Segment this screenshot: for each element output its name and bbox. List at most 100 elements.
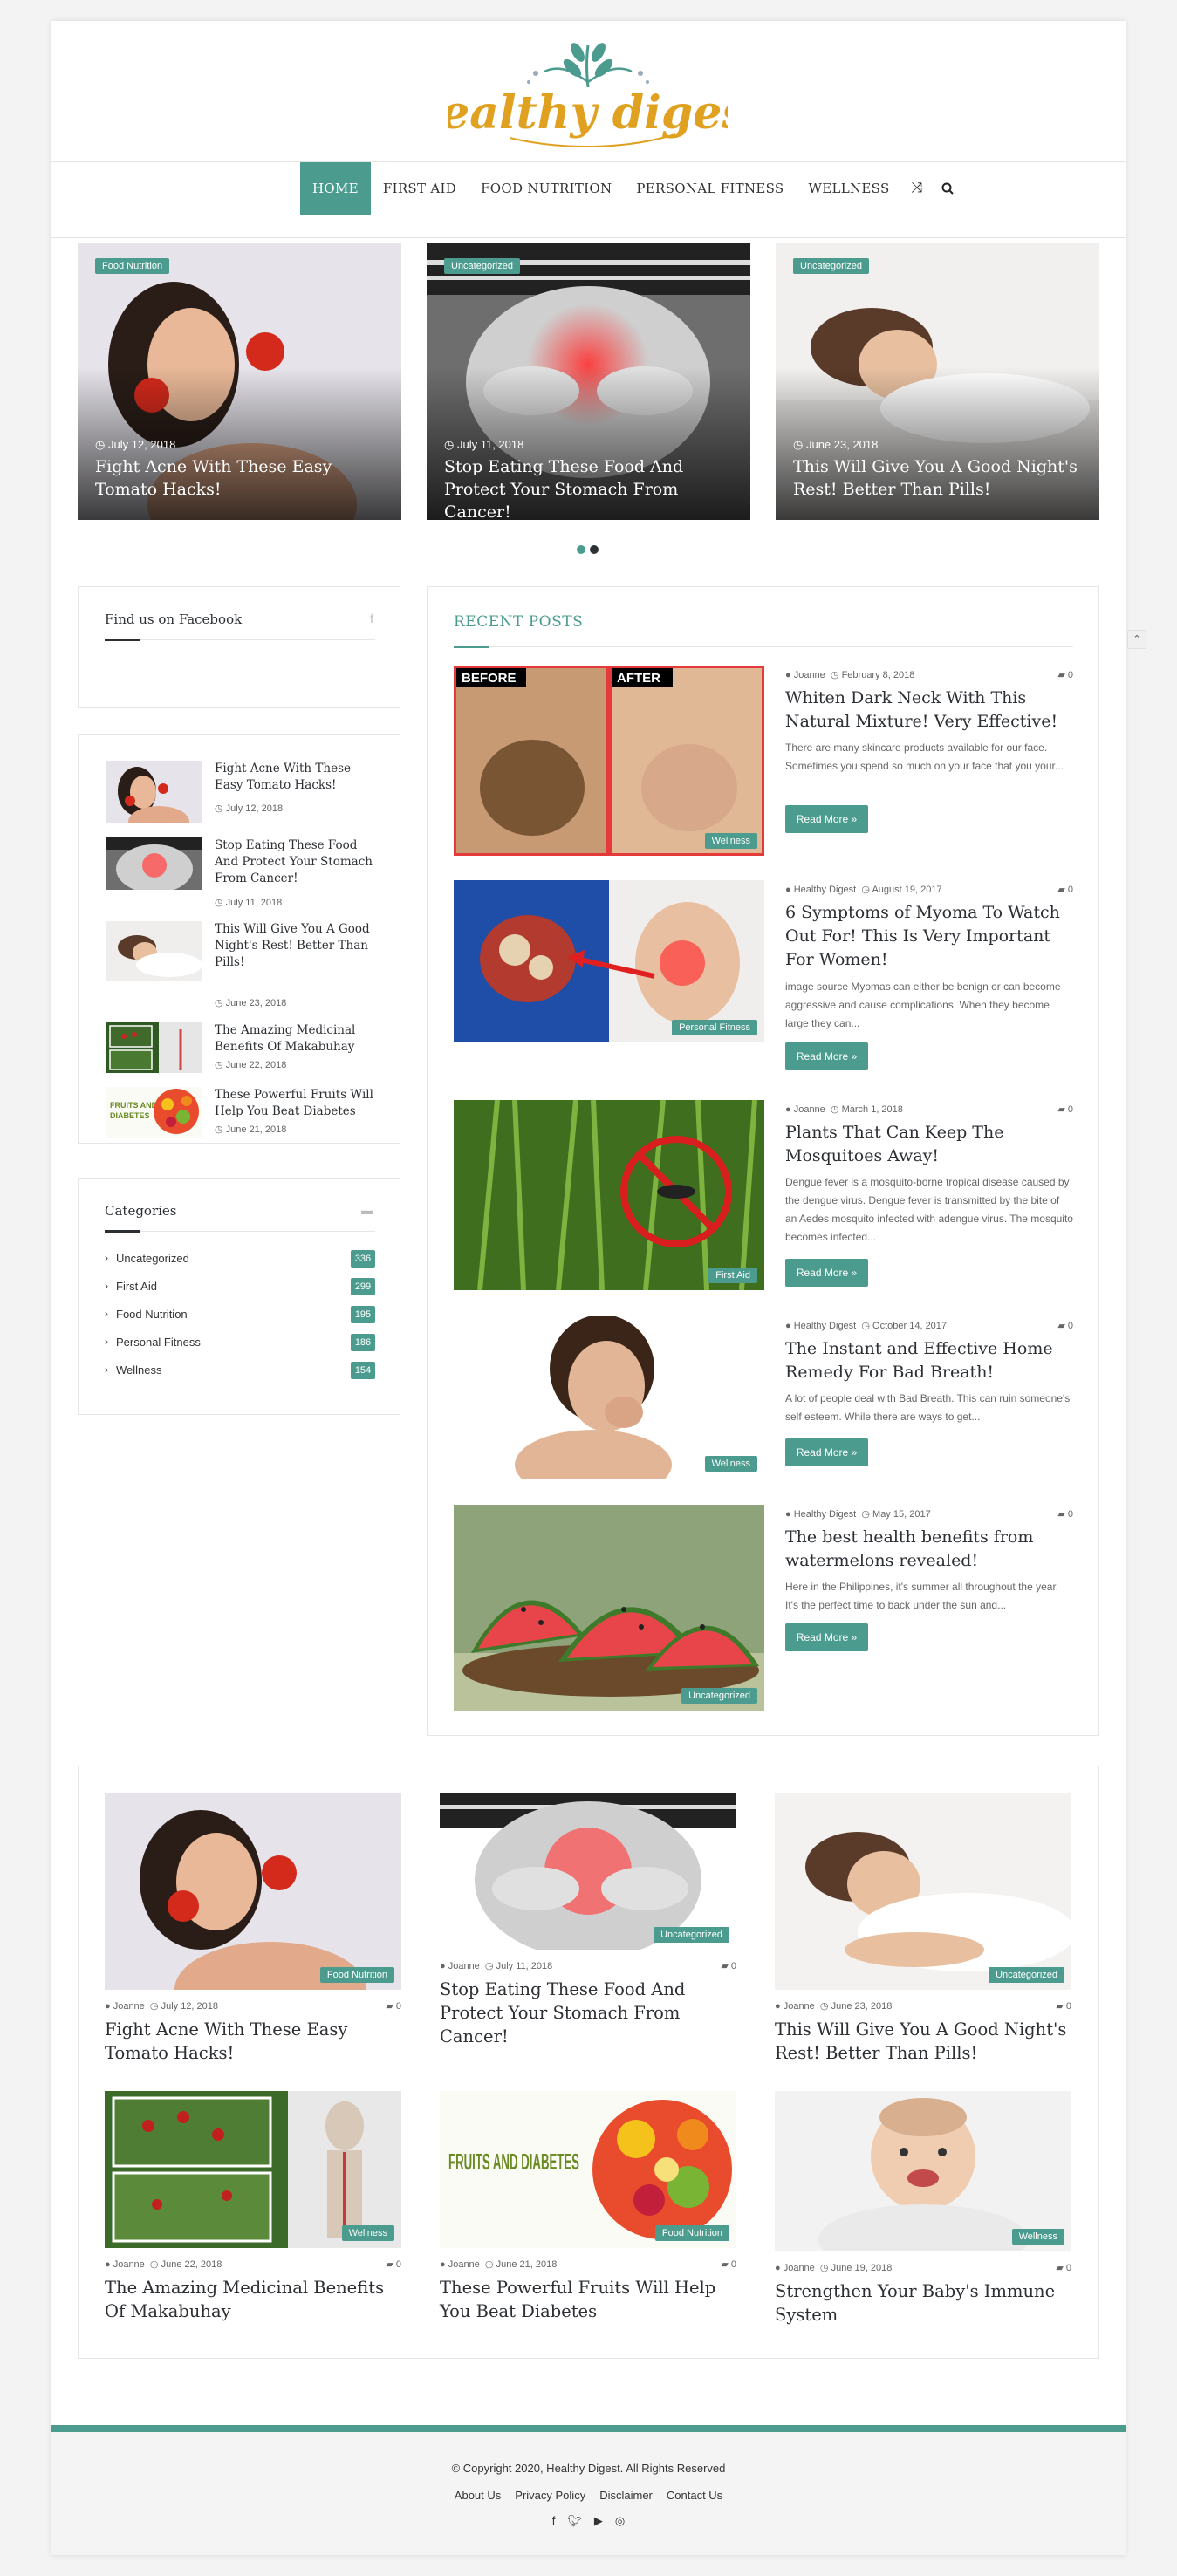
search-icon[interactable] <box>932 162 963 215</box>
slide-title[interactable]: Fight Acne With These Easy Tomato Hacks! <box>95 455 387 501</box>
read-more-button[interactable]: Read More » <box>785 1623 868 1651</box>
post-author[interactable]: Healthy Digest <box>794 885 857 895</box>
slider-item[interactable]: Uncategorized ◷ June 23, 2018 This Will … <box>776 243 1099 520</box>
post-author[interactable]: Joanne <box>113 2001 145 2012</box>
category-item[interactable]: › Personal Fitness 186 <box>105 1334 375 1353</box>
read-more-button[interactable]: Read More » <box>785 1259 868 1287</box>
category-badge[interactable]: Personal Fitness <box>672 1020 757 1035</box>
nav-personal-fitness[interactable]: PERSONAL FITNESS <box>624 162 796 215</box>
post-title[interactable]: Stop Eating These Food And Protect Your … <box>440 1978 736 2048</box>
category-badge[interactable]: Food Nutrition <box>654 2225 729 2241</box>
nav-wellness[interactable]: WELLNESS <box>797 162 902 215</box>
nav-home[interactable]: HOME <box>300 162 371 215</box>
category-badge[interactable]: Uncategorized <box>444 258 520 274</box>
comment-count[interactable]: 0 <box>1066 2263 1071 2273</box>
category-item[interactable]: › First Aid 299 <box>105 1278 375 1297</box>
post-author[interactable]: Joanne <box>794 670 825 680</box>
footer-link-disclaimer[interactable]: Disclaimer <box>599 2489 653 2502</box>
category-badge[interactable]: Uncategorized <box>989 1967 1064 1983</box>
post-image[interactable]: Uncategorized <box>454 1505 764 1711</box>
post-image[interactable]: Wellness <box>454 1316 764 1479</box>
footer-link-about[interactable]: About Us <box>455 2489 501 2502</box>
slider-dot[interactable] <box>577 545 585 554</box>
category-badge[interactable]: Wellness <box>341 2225 394 2241</box>
comment-count[interactable]: 0 <box>731 2259 736 2270</box>
twitter-icon[interactable]: 🐦︎ <box>567 2514 582 2528</box>
post-title[interactable]: These Powerful Fruits Will Help You Beat… <box>440 2276 736 2323</box>
footer-link-privacy[interactable]: Privacy Policy <box>515 2489 585 2502</box>
shuffle-icon[interactable]: ⤨ <box>902 162 933 215</box>
instagram-icon[interactable]: ◎ <box>615 2514 625 2528</box>
slider-dot[interactable] <box>590 545 599 554</box>
post-author[interactable]: Joanne <box>113 2259 145 2270</box>
post-author[interactable]: Joanne <box>448 2259 480 2270</box>
post-image[interactable]: First Aid <box>454 1100 764 1290</box>
nav-first-aid[interactable]: FIRST AID <box>371 162 469 215</box>
slider-item[interactable]: Uncategorized ◷ July 11, 2018 Stop Eatin… <box>427 243 750 520</box>
category-badge[interactable]: Uncategorized <box>654 1927 729 1943</box>
post-author[interactable]: Joanne <box>784 2001 815 2012</box>
category-badge[interactable]: First Aid <box>708 1268 757 1283</box>
footer-link-contact[interactable]: Contact Us <box>667 2489 722 2502</box>
read-more-button[interactable]: Read More » <box>785 805 868 833</box>
post-title[interactable]: Plants That Can Keep The Mosquitoes Away… <box>785 1121 1073 1168</box>
sidebar-post[interactable]: Fight Acne With These Easy Tomato Hacks!… <box>106 761 377 827</box>
sidebar-post[interactable]: FRUITS AND DIABETES These Powerful Fruits… <box>106 1087 377 1153</box>
category-item[interactable]: › Wellness 154 <box>105 1362 375 1381</box>
category-item[interactable]: › Uncategorized 336 <box>105 1250 375 1269</box>
category-label[interactable]: Personal Fitness <box>116 1336 201 1349</box>
sidebar-post[interactable]: The Amazing Medicinal Benefits Of Makabu… <box>106 1022 377 1089</box>
category-badge[interactable]: Wellness <box>1011 2229 1064 2245</box>
comment-count[interactable]: 0 <box>1068 1104 1073 1115</box>
post-title[interactable]: Fight Acne With These Easy Tomato Hacks! <box>215 761 377 794</box>
comment-count[interactable]: 0 <box>731 1961 736 1971</box>
category-label[interactable]: Uncategorized <box>116 1252 189 1265</box>
post-author[interactable]: Joanne <box>448 1961 480 1971</box>
post-thumbnail[interactable]: FRUITS AND DIABETES <box>106 1087 202 1138</box>
post-title[interactable]: The Instant and Effective Home Remedy Fo… <box>785 1337 1073 1384</box>
post-title[interactable]: 6 Symptoms of Myoma To Watch Out For! Th… <box>785 901 1073 972</box>
category-label[interactable]: Food Nutrition <box>116 1308 188 1321</box>
slider-item[interactable]: Food Nutrition ◷ July 12, 2018 Fight Acn… <box>78 243 401 520</box>
comment-count[interactable]: 0 <box>1068 1509 1073 1520</box>
slide-title[interactable]: This Will Give You A Good Night's Rest! … <box>793 455 1085 501</box>
comment-count[interactable]: 0 <box>1068 885 1073 895</box>
facebook-icon[interactable]: f <box>552 2514 556 2528</box>
post-title[interactable]: This Will Give You A Good Night's Rest! … <box>775 2018 1071 2065</box>
post-title[interactable]: These Powerful Fruits Will Help You Beat… <box>215 1087 377 1120</box>
category-item[interactable]: › Food Nutrition 195 <box>105 1306 375 1325</box>
site-logo[interactable]: healthy digest <box>407 28 769 159</box>
slide-title[interactable]: Stop Eating These Food And Protect Your … <box>444 455 736 520</box>
youtube-icon[interactable]: ▶ <box>594 2514 603 2528</box>
category-badge[interactable]: Wellness <box>704 833 757 849</box>
comment-count[interactable]: 0 <box>1068 1321 1073 1331</box>
post-thumbnail[interactable] <box>106 921 202 981</box>
post-thumbnail[interactable] <box>106 837 202 890</box>
post-title[interactable]: Strengthen Your Baby's Immune System <box>775 2279 1071 2327</box>
post-author[interactable]: Healthy Digest <box>794 1321 857 1331</box>
category-badge[interactable]: Wellness <box>704 1456 757 1472</box>
sidebar-post[interactable]: Stop Eating These Food And Protect Your … <box>106 837 377 908</box>
post-image[interactable]: BEFORE AFTER Wellness <box>454 666 764 856</box>
comment-count[interactable]: 0 <box>1068 670 1073 680</box>
read-more-button[interactable]: Read More » <box>785 1438 868 1466</box>
post-image[interactable]: Wellness <box>105 2091 401 2248</box>
post-thumbnail[interactable] <box>106 761 202 823</box>
post-author[interactable]: Joanne <box>794 1104 825 1115</box>
post-image[interactable]: Uncategorized <box>775 1793 1071 1990</box>
post-image[interactable]: Wellness <box>775 2091 1071 2251</box>
category-badge[interactable]: Food Nutrition <box>319 1967 394 1983</box>
post-title[interactable]: The best health benefits from watermelon… <box>785 1526 1073 1573</box>
nav-food-nutrition[interactable]: FOOD NUTRITION <box>469 162 624 215</box>
post-title[interactable]: The Amazing Medicinal Benefits Of Makabu… <box>215 1022 377 1056</box>
post-thumbnail[interactable] <box>106 1022 202 1073</box>
post-title[interactable]: Whiten Dark Neck With This Natural Mixtu… <box>785 687 1073 734</box>
scroll-to-top-button[interactable]: ⌃ <box>1127 630 1146 649</box>
post-image[interactable]: Uncategorized <box>440 1793 736 1950</box>
post-title[interactable]: Stop Eating These Food And Protect Your … <box>215 837 377 887</box>
post-image[interactable]: Food Nutrition <box>105 1793 401 1990</box>
facebook-icon[interactable]: f <box>370 612 373 625</box>
comment-count[interactable]: 0 <box>396 2001 401 2012</box>
post-author[interactable]: Healthy Digest <box>794 1509 857 1520</box>
category-badge[interactable]: Uncategorized <box>793 258 869 274</box>
